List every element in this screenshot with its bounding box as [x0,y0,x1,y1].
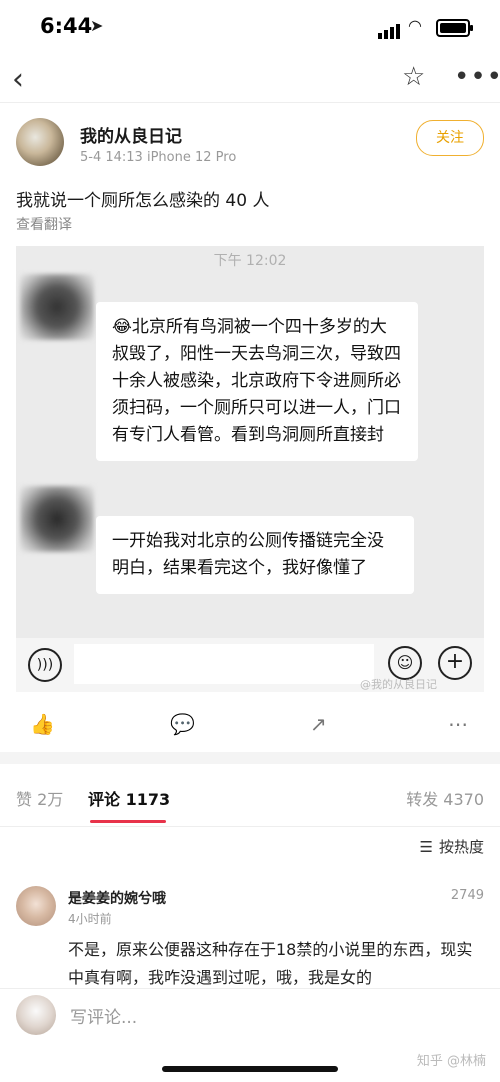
emoji-icon: ☺ [388,646,422,680]
status-time: 6:44 [40,14,93,38]
star-icon[interactable]: ☆ [402,62,425,92]
post-image[interactable]: 下午 12:02 😂北京所有鸟洞被一个四十多岁的大叔毁了，阳性一天去鸟洞三次，导… [16,246,484,692]
commenter-avatar[interactable] [16,886,56,926]
wifi-icon: ◠ [408,16,422,35]
top-navbar: ‹ ☆ ••• [0,56,500,103]
tab-likes[interactable]: 赞 2万 [16,786,63,810]
back-icon[interactable]: ‹ [12,62,24,97]
like-icon[interactable]: 👍 [30,712,55,736]
follow-button[interactable]: 关注 [416,120,484,156]
post-text: 我就说一个厕所怎么感染的 40 人 [16,191,270,211]
comment-input[interactable]: 写评论... [70,1003,137,1028]
sort-icon: ☰ [419,838,433,856]
home-indicator[interactable] [162,1066,338,1072]
battery-icon [436,19,473,37]
voice-icon: ))) [28,648,62,682]
blurred-avatar [20,274,94,340]
blurred-avatar [20,486,94,552]
more-icon[interactable]: ••• [454,62,500,92]
tab-comments[interactable]: 评论 1173 [88,786,170,810]
active-tab-indicator [90,820,166,823]
footer-watermark: 知乎 @林楠 [416,1054,486,1069]
share-icon[interactable]: ↗ [310,712,327,736]
author-avatar[interactable] [16,118,64,166]
commenter-name[interactable]: 是姜姜的婉兮哦 [68,888,166,908]
plus-icon: + [438,646,472,680]
chat-bubble: 一开始我对北京的公厕传播链完全没明白，结果看完这个，我好像懂了 [96,516,414,594]
translate-link[interactable]: 查看翻译 [16,214,72,234]
comment-time: 4小时前 [68,912,112,926]
tab-reposts[interactable]: 转发 4370 [406,786,484,810]
chat-time: 下午 12:02 [213,253,287,269]
author-name[interactable]: 我的从良日记 [80,122,182,147]
my-avatar [16,995,56,1035]
signal-icon [378,20,402,39]
chat-bubble: 😂北京所有鸟洞被一个四十多岁的大叔毁了，阳性一天去鸟洞三次，导致四十余人被感染，… [96,302,418,461]
image-watermark: @我的从良日记 [360,678,437,691]
location-icon: ➤ [90,16,104,35]
divider [0,752,500,764]
more-share-icon[interactable]: ⋯ [448,712,468,736]
comment-text: 不是，原来公便器这种存在于18禁的小说里的东西，现实中真有啊，我咋没遇到过呢，哦… [68,940,473,987]
chat-input [74,644,374,684]
sort-label: 按热度 [438,838,484,856]
comment-icon[interactable]: 💬 [170,712,195,736]
post-actions: 👍 💬 ↗ ⋯ [0,702,500,750]
comment-likes[interactable]: 2749 [451,888,484,903]
comment-tabs: 赞 2万 评论 1173 转发 4370 [0,770,500,827]
sort-button[interactable]: ☰ 按热度 [420,836,484,857]
post-meta: 5-4 14:13 iPhone 12 Pro [80,150,237,165]
comment-composer[interactable]: 写评论... [0,988,500,1047]
status-bar: 6:44 ➤ ◠ [0,0,500,56]
